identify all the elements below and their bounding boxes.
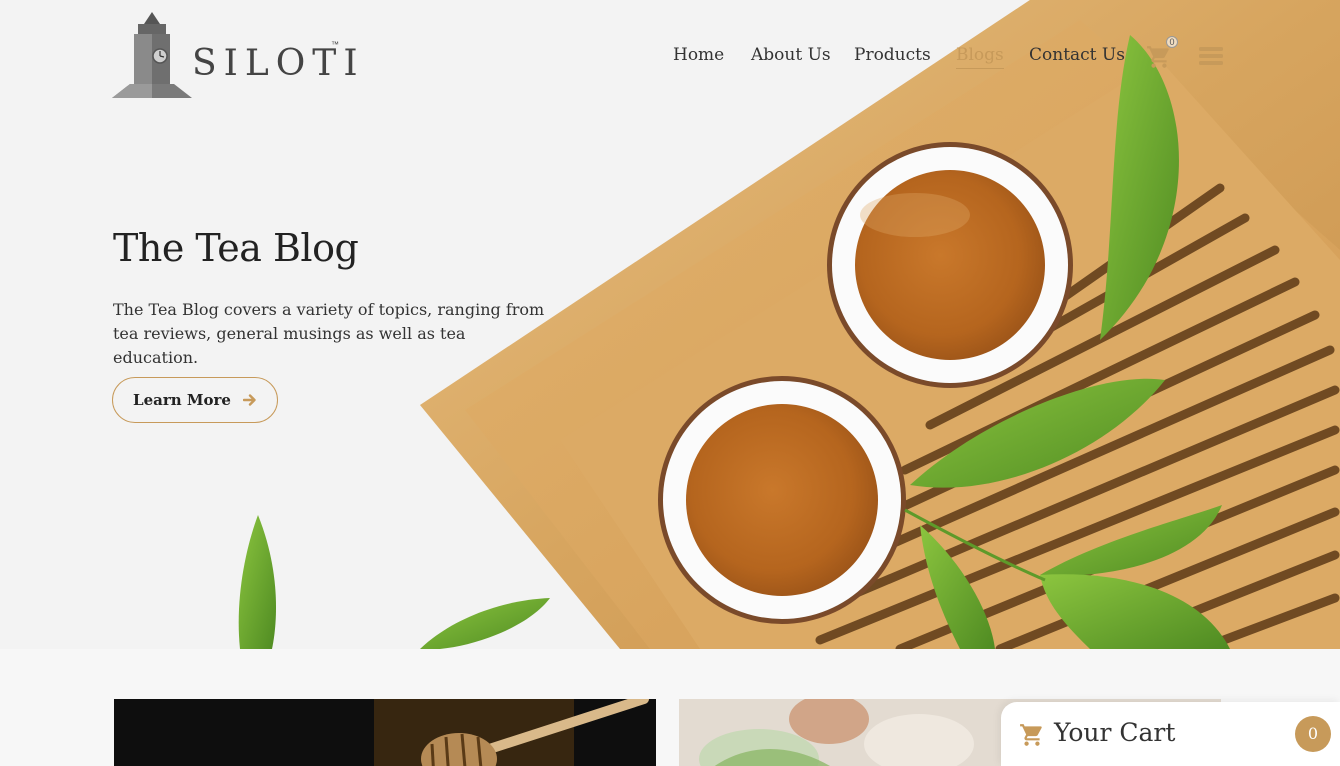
nav-item-home[interactable]: Home [673, 42, 724, 68]
learn-more-button[interactable]: Learn More [112, 377, 278, 423]
blog-card[interactable] [114, 699, 656, 766]
cart-panel-title: Your Cart [1054, 718, 1176, 747]
cart-count-badge[interactable]: 0 [1295, 716, 1331, 752]
nav-item-blogs[interactable]: Blogs [956, 42, 1004, 69]
cart-icon[interactable] [1146, 44, 1172, 70]
nav-item-about-us[interactable]: About Us [751, 42, 831, 68]
nav-item-products[interactable]: Products [854, 42, 931, 68]
hero-description: The Tea Blog covers a variety of topics,… [113, 300, 545, 367]
learn-more-label: Learn More [133, 391, 231, 409]
cart-panel[interactable]: Your Cart [1001, 702, 1340, 766]
main-nav: Home About Us Products Blogs Contact Us [0, 42, 1340, 72]
cart-count-badge: 0 [1166, 36, 1178, 48]
page-title: The Tea Blog [113, 226, 359, 270]
honey-dipper-image [114, 699, 656, 766]
nav-item-contact-us[interactable]: Contact Us [1029, 42, 1125, 68]
arrow-right-icon [242, 394, 256, 406]
menu-icon[interactable] [1199, 46, 1223, 66]
cart-icon [1020, 724, 1042, 746]
